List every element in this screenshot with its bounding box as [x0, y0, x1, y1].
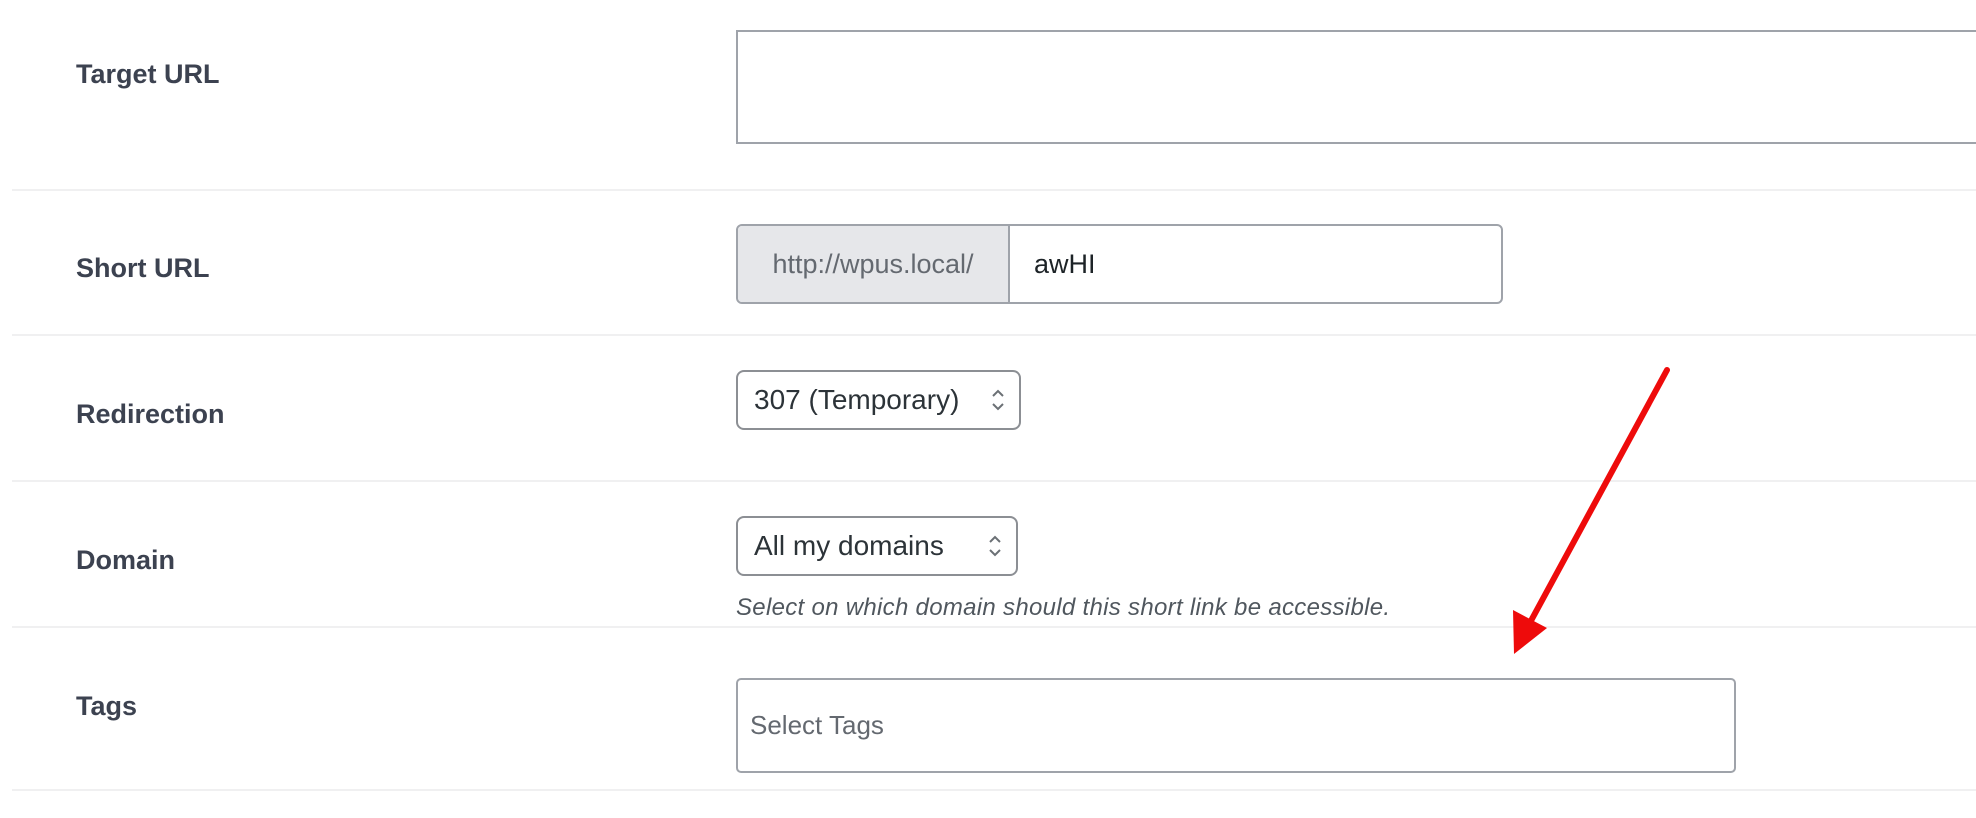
redirection-selected-value: 307 (Temporary): [754, 384, 960, 415]
domain-selected-value: All my domains: [754, 530, 944, 561]
red-arrow-icon: [1513, 367, 1670, 654]
chevron-up-down-icon: [992, 389, 1004, 411]
chevron-up-down-icon: [989, 535, 1001, 557]
domain-select[interactable]: All my domains: [736, 516, 1018, 576]
short-url-label: Short URL: [76, 253, 210, 283]
tags-label: Tags: [76, 691, 138, 721]
target-url-input[interactable]: [736, 30, 1976, 144]
short-url-field: http://wpus.local/ awHI: [736, 224, 1503, 304]
redirection-select[interactable]: 307 (Temporary): [736, 370, 1021, 430]
short-url-input[interactable]: awHI: [1010, 226, 1501, 302]
short-url-prefix: http://wpus.local/: [738, 226, 1010, 302]
tags-input[interactable]: Select Tags: [736, 678, 1736, 773]
tags-placeholder: Select Tags: [750, 710, 884, 740]
row-divider: [12, 189, 1976, 191]
row-divider: [12, 334, 1976, 336]
domain-label: Domain: [76, 545, 176, 575]
row-divider: [12, 789, 1976, 791]
target-url-label: Target URL: [76, 59, 220, 89]
redirection-label: Redirection: [76, 399, 225, 429]
domain-help-text: Select on which domain should this short…: [736, 594, 1391, 621]
